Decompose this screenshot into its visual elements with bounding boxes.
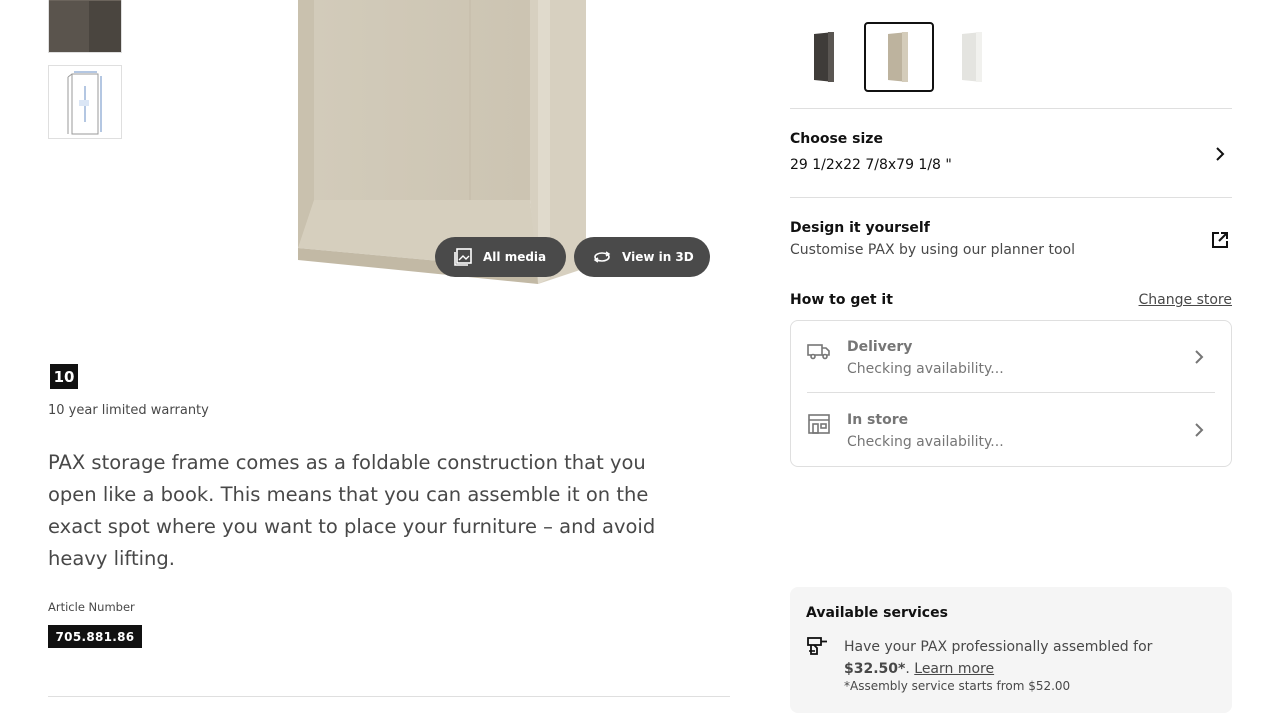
color-option-white[interactable] <box>938 22 1008 92</box>
how-to-get-it-title: How to get it <box>790 292 893 308</box>
color-option-dark-brown[interactable] <box>790 22 860 92</box>
available-services-title: Available services <box>806 605 948 621</box>
all-media-label: All media <box>483 250 547 264</box>
product-description: PAX storage frame comes as a foldable co… <box>48 451 656 570</box>
learn-more-link[interactable]: Learn more <box>914 661 994 677</box>
gallery-icon <box>454 248 472 266</box>
choose-size-title[interactable]: Choose size <box>790 131 883 147</box>
wardrobe-dimensions-thumbnail-image <box>67 71 102 135</box>
delivery-status: Checking availability... <box>847 361 1004 377</box>
view-in-3d-label: View in 3D <box>622 250 694 264</box>
assembly-service-note: *Assembly service starts from $52.00 <box>844 679 1071 693</box>
divider <box>790 108 1232 109</box>
rotate-3d-icon <box>593 251 611 263</box>
delivery-title: Delivery <box>847 339 913 355</box>
article-number-label: Article Number <box>48 600 135 614</box>
gallery-thumbnail-2[interactable] <box>48 65 122 139</box>
assembly-service-text: Have your PAX professionally assembled f… <box>844 639 1153 677</box>
truck-icon <box>807 344 830 360</box>
wardrobe-white-swatch-image <box>962 32 982 82</box>
available-services-panel: Available services Have your PAX profess… <box>790 587 1232 713</box>
assembly-text-prefix: Have your PAX professionally assembled f… <box>844 639 1153 655</box>
color-option-beige[interactable] <box>864 22 934 92</box>
divider <box>790 197 1232 198</box>
in-store-option[interactable]: In store Checking availability... <box>807 394 1215 466</box>
warranty-badge: 10 <box>50 364 78 389</box>
chevron-right-icon <box>1195 423 1204 437</box>
warranty-text: 10 year limited warranty <box>48 403 209 418</box>
wardrobe-beige-swatch-image <box>888 32 908 82</box>
divider <box>48 696 730 697</box>
in-store-title: In store <box>847 412 909 428</box>
design-it-yourself-subtitle[interactable]: Customise PAX by using our planner tool <box>790 242 1075 258</box>
assembly-price: $32.50* <box>844 661 906 677</box>
drill-icon <box>807 637 827 655</box>
article-number[interactable]: 705.881.86 <box>48 625 142 648</box>
chevron-right-icon <box>1195 350 1204 364</box>
view-in-3d-button[interactable]: View in 3D <box>574 237 710 277</box>
availability-panel: Delivery Checking availability... In sto… <box>790 320 1232 467</box>
wardrobe-dark-swatch-image <box>814 32 834 82</box>
in-store-status: Checking availability... <box>847 434 1004 450</box>
design-it-yourself-title[interactable]: Design it yourself <box>790 220 930 236</box>
change-store-link[interactable]: Change store <box>1139 292 1232 308</box>
external-link-icon[interactable] <box>1210 230 1230 250</box>
selected-size-value[interactable]: 29 1/2x22 7/8x79 1/8 " <box>790 157 952 173</box>
chevron-right-icon[interactable] <box>1211 145 1229 163</box>
delivery-option[interactable]: Delivery Checking availability... <box>807 321 1215 393</box>
wardrobe-dark-thumbnail-image <box>49 0 121 52</box>
store-icon <box>808 414 830 434</box>
all-media-button[interactable]: All media <box>435 237 566 277</box>
gallery-thumbnail-1[interactable] <box>48 0 122 53</box>
